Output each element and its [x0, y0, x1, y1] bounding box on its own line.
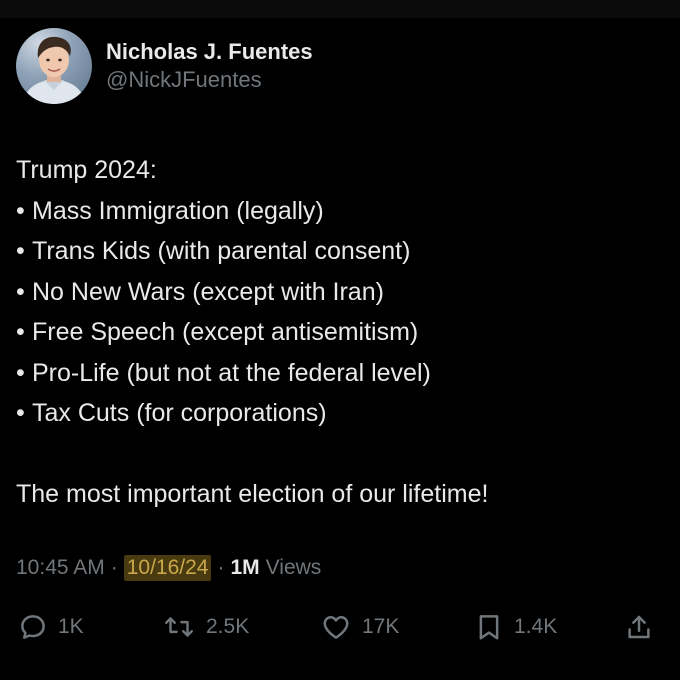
like-icon [323, 616, 349, 639]
bookmark-icon [479, 615, 499, 640]
list-item-text: Trans Kids (with parental consent) [32, 237, 411, 265]
bullet: • [16, 196, 25, 225]
bullet: • [16, 277, 25, 306]
list-item: • Pro-Life (but not at the federal level) [16, 353, 666, 394]
bullet: • [16, 318, 25, 346]
list-item: • No New Wars (except with Iran) [16, 272, 666, 313]
share-icon [628, 615, 650, 639]
tweet-header: Nicholas J. Fuentes @NickJFuentes [16, 28, 313, 104]
bookmark-count: 1.4K [514, 615, 558, 638]
meta-separator: · [217, 556, 225, 579]
author-display-name[interactable]: Nicholas J. Fuentes [106, 38, 313, 66]
reply-icon [21, 615, 45, 639]
views-count[interactable]: 1M [230, 556, 259, 580]
tweet-text: Trump 2024: • Mass Immigration (legally) … [16, 150, 666, 515]
list-item-text: Free Speech (except antisemitism) [32, 318, 419, 346]
post-date[interactable]: 10/16/24 [123, 555, 212, 581]
list-item: • Free Speech (except antisemitism) [16, 312, 666, 353]
list-item-text: Pro-Life (but not at the federal level) [32, 358, 431, 387]
list-item-text: Mass Immigration (legally) [32, 196, 324, 225]
repost-count: 2.5K [206, 615, 250, 638]
like-count: 17K [362, 615, 400, 638]
bullet: • [16, 358, 25, 387]
views-label[interactable]: Views [266, 556, 322, 580]
avatar[interactable] [16, 28, 92, 104]
bullet: • [16, 237, 25, 265]
meta-separator: · [110, 556, 118, 579]
top-bar [0, 0, 680, 18]
reply-button[interactable]: 1K [18, 612, 84, 642]
list-item-text: Tax Cuts (for corporations) [32, 399, 327, 427]
share-button[interactable] [624, 612, 654, 642]
post-time[interactable]: 10:45 AM [16, 556, 105, 580]
tweet-heading: Trump 2024: [16, 156, 157, 184]
reply-count: 1K [58, 615, 84, 638]
bookmark-button[interactable]: 1.4K [474, 612, 557, 642]
repost-icon [165, 617, 193, 637]
avatar-image [22, 36, 86, 104]
list-item: • Mass Immigration (legally) [16, 191, 666, 232]
list-item-text: No New Wars (except with Iran) [32, 277, 384, 306]
like-button[interactable]: 17K [320, 612, 399, 642]
tweet-meta: 10:45 AM · 10/16/24 · 1M Views [16, 555, 321, 581]
action-bar: 1K 2.5K 17K 1.4K [0, 604, 680, 654]
repost-button[interactable]: 2.5K [162, 612, 249, 642]
list-item: • Trans Kids (with parental consent) [16, 231, 666, 272]
bullet: • [16, 399, 25, 427]
author-names: Nicholas J. Fuentes @NickJFuentes [106, 38, 313, 94]
tweet-closing: The most important election of our lifet… [16, 480, 489, 508]
author-handle[interactable]: @NickJFuentes [106, 66, 313, 94]
tweet-page: Nicholas J. Fuentes @NickJFuentes Trump … [0, 0, 680, 680]
list-item: • Tax Cuts (for corporations) [16, 393, 666, 434]
